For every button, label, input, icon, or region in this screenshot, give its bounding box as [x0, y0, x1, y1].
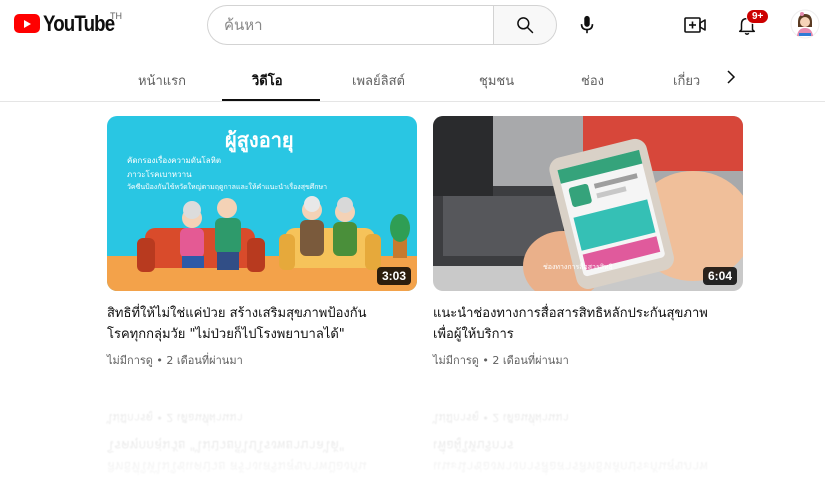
thumbnail-line: ภาวะโรคเบาหวาน: [127, 170, 192, 179]
thumbnail-line: วัคซีนป้องกันไข้หวัดใหญ่ตามฤดูกาลและให้ค…: [127, 183, 328, 191]
video-card[interactable]: ผู้สูงอายุ คัดกรองเรื่องความดันโลหิต ภาว…: [107, 116, 417, 369]
voice-search-button[interactable]: [570, 8, 604, 42]
search-button[interactable]: [493, 5, 557, 45]
video-duration: 3:03: [376, 267, 411, 285]
active-tab-indicator: [222, 99, 320, 101]
tab-playlists[interactable]: เพลย์ลิสต์: [352, 70, 405, 91]
video-camera-add-icon: [684, 17, 706, 33]
video-metadata: ไม่มีการดู • 2 เดือนที่ผ่านมา: [433, 354, 569, 367]
search-icon: [517, 17, 534, 34]
video-title-line: โรคทุกกลุ่มวัย "ไม่ป่วยก็ไปโรงพยาบาลได้": [107, 327, 345, 342]
notification-count-badge: 9+: [746, 9, 770, 24]
logo-text: YouTube: [43, 11, 115, 36]
video-thumbnail[interactable]: ช่องทางการสื่อสารสิทธิ 6:04: [433, 116, 743, 291]
account-avatar[interactable]: [790, 9, 820, 39]
thumbnail-caption: ช่องทางการสื่อสารสิทธิ: [543, 263, 613, 271]
video-duration: 6:04: [702, 267, 737, 285]
tab-channels[interactable]: ช่อง: [581, 70, 604, 91]
video-title-line: เพื่อผู้ให้บริการ: [433, 327, 514, 342]
top-bar: YouTube TH 9+: [0, 0, 825, 52]
tabs-scroll-right-button[interactable]: [722, 68, 740, 86]
tab-about[interactable]: เกี่ยว: [673, 70, 700, 91]
video-title[interactable]: แนะนำช่องทางการสื่อสารสิทธิหลักประกันสุข…: [433, 303, 743, 345]
tab-videos[interactable]: วิดีโอ: [252, 70, 283, 91]
tab-home[interactable]: หน้าแรก: [138, 70, 186, 91]
thumbnail-line: คัดกรองเรื่องความดันโลหิต: [127, 156, 222, 165]
microphone-icon: [580, 15, 594, 34]
video-thumbnail[interactable]: ผู้สูงอายุ คัดกรองเรื่องความดันโลหิต ภาว…: [107, 116, 417, 291]
video-metadata: ไม่มีการดู • 2 เดือนที่ผ่านมา: [107, 354, 243, 367]
video-title-line: แนะนำช่องทางการสื่อสารสิทธิหลักประกันสุข…: [433, 306, 708, 321]
youtube-logo[interactable]: YouTube TH: [14, 11, 127, 37]
chevron-right-icon: [727, 70, 736, 84]
avatar-illustration-icon: [790, 9, 820, 39]
video-title[interactable]: สิทธิที่ให้ไม่ใช่แค่ป่วย สร้างเสริมสุขภา…: [107, 303, 417, 345]
reflection-fade: [0, 388, 825, 488]
mirror-reflection: สิทธิที่ให้ไม่ใช่แค่ป่วย สร้างเสริมสุขภา…: [0, 388, 825, 488]
search-box: [207, 5, 493, 45]
logo-country-code: TH: [110, 11, 122, 21]
thumbnail-heading: ผู้สูงอายุ: [225, 128, 294, 152]
create-video-button[interactable]: [680, 10, 710, 40]
youtube-play-icon: [14, 14, 40, 33]
tab-community[interactable]: ชุมชน: [479, 70, 514, 91]
channel-tabs: หน้าแรก วิดีโอ เพลย์ลิสต์ ชุมชน ช่อง เกี…: [0, 52, 825, 102]
search-input[interactable]: [224, 16, 493, 34]
video-title-line: สิทธิที่ให้ไม่ใช่แค่ป่วย สร้างเสริมสุขภา…: [107, 306, 367, 321]
video-card[interactable]: ช่องทางการสื่อสารสิทธิ 6:04 แนะนำช่องทาง…: [433, 116, 743, 369]
